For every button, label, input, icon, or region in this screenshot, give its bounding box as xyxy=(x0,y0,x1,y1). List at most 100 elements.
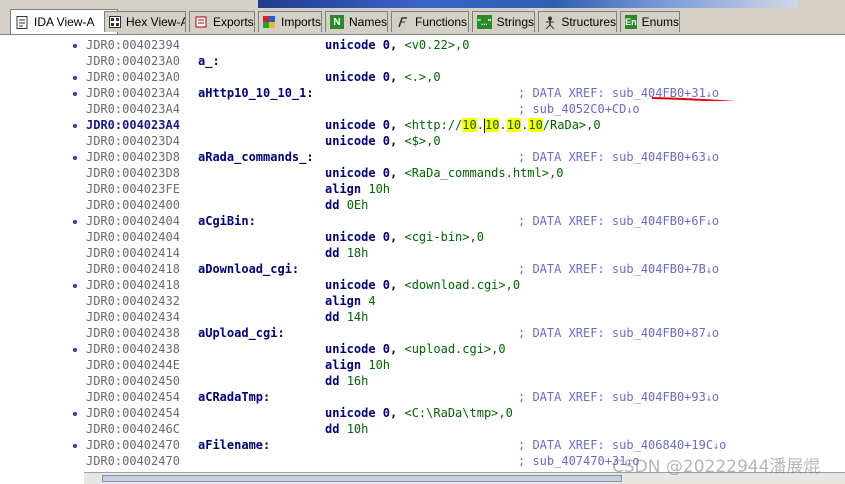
operand: 18h xyxy=(346,246,369,260)
line-address: JDR0:004023A0 xyxy=(86,70,180,84)
listing-line[interactable]: JDR0:004023D4 unicode 0, <$>,0 xyxy=(84,133,845,149)
line-instruction: unicode 0, <cgi-bin>,0 xyxy=(325,229,484,245)
listing-line[interactable]: JDR0:00402438 unicode 0, <upload.cgi>,0 xyxy=(84,341,845,357)
string-operand: . xyxy=(499,118,507,132)
xref-text: ; DATA XREF: sub_404FB0+63 xyxy=(518,150,706,164)
listing-line[interactable]: JDR0:00402414 dd 18h xyxy=(84,245,845,261)
listing-line[interactable]: JDR0:00402404 unicode 0, <cgi-bin>,0 xyxy=(84,229,845,245)
line-address: JDR0:00402454 xyxy=(86,406,180,420)
line-bullet xyxy=(73,412,77,416)
line-instruction: unicode 0, <.>,0 xyxy=(325,69,441,85)
line-label[interactable]: aHttp10_10_10_1: xyxy=(198,85,314,101)
mnemonic: unicode 0, xyxy=(325,38,405,52)
mnemonic: unicode 0, xyxy=(325,134,405,148)
line-instruction: dd 14h xyxy=(325,309,368,325)
line-instruction: unicode 0, <http://10.10.10.10/RaDa>,0 xyxy=(325,117,601,133)
line-instruction: dd 16h xyxy=(325,373,368,389)
xref-text: ; sub_407470+31 xyxy=(518,454,627,468)
tab-ida-view-a[interactable]: IDA View-A xyxy=(10,9,118,34)
line-label[interactable]: aFilename: xyxy=(198,437,270,453)
line-address: JDR0:00402438 xyxy=(86,326,180,340)
tab-strings[interactable]: "..." Strings xyxy=(472,11,535,32)
tab-label: Enums xyxy=(641,15,679,29)
xref-type: o xyxy=(719,438,727,452)
line-instruction: dd 10h xyxy=(325,421,368,437)
xref-text: ; DATA XREF: sub_406840+19C xyxy=(518,438,714,452)
listing-line[interactable]: JDR0:00402418 aDownload_cgi: ; DATA XREF: … xyxy=(84,261,845,277)
operand: <v0.22>,0 xyxy=(404,38,470,52)
xref-text: ; DATA XREF: sub_404FB0+6F xyxy=(518,214,706,228)
tab-enums[interactable]: En Enums xyxy=(620,11,680,32)
operand: <RaDa_commands.html>,0 xyxy=(404,166,564,180)
line-instruction: unicode 0, <download.cgi>,0 xyxy=(325,277,520,293)
listing-line[interactable]: JDR0:00402394 unicode 0, <v0.22>,0 xyxy=(84,37,845,53)
line-bullet xyxy=(73,124,77,128)
listing-line[interactable]: JDR0:004023D8 aRada_commands_: ; DATA XREF… xyxy=(84,149,845,165)
line-label[interactable]: aRada_commands_: xyxy=(198,149,314,165)
line-bullet xyxy=(73,76,77,80)
watermark: CSDN @20222944潘展焜 xyxy=(612,457,821,477)
operand: <cgi-bin>,0 xyxy=(404,230,484,244)
listing-line[interactable]: JDR0:004023A0 a_: xyxy=(84,53,845,69)
tab-functions[interactable]: Functions xyxy=(391,11,469,32)
line-label[interactable]: a_: xyxy=(198,53,220,69)
line-address: JDR0:00402414 xyxy=(86,246,180,260)
listing-line[interactable]: JDR0:00402438 aUpload_cgi: ; DATA XREF: su… xyxy=(84,325,845,341)
line-instruction: unicode 0, <RaDa_commands.html>,0 xyxy=(325,165,563,181)
line-instruction: unicode 0, <C:\RaDa\tmp>,0 xyxy=(325,405,513,421)
line-label[interactable]: aCRadaTmp: xyxy=(198,389,270,405)
listing-line[interactable]: JDR0:00402454 aCRadaTmp: ; DATA XREF: sub_… xyxy=(84,389,845,405)
tab-label: Structures xyxy=(561,15,616,29)
line-bullet xyxy=(73,284,77,288)
line-instruction: dd 18h xyxy=(325,245,368,261)
operand: <$>,0 xyxy=(404,134,441,148)
line-bullet xyxy=(73,444,77,448)
listing-line[interactable]: JDR0:004023D8 unicode 0, <RaDa_commands.h… xyxy=(84,165,845,181)
listing-line[interactable]: JDR0:004023A0 unicode 0, <.>,0 xyxy=(84,69,845,85)
scrollbar-thumb[interactable] xyxy=(102,475,622,482)
highlighted-ip-octet: 10 xyxy=(528,118,543,132)
xref-text: ; DATA XREF: sub_404FB0+87 xyxy=(518,326,706,340)
tab-names[interactable]: N Names xyxy=(325,11,388,32)
line-address: JDR0:00402450 xyxy=(86,374,180,388)
line-address: JDR0:004023A4 xyxy=(86,86,180,100)
tab-label: Names xyxy=(348,15,387,29)
mnemonic: align xyxy=(325,182,369,196)
operand: 10h xyxy=(368,182,391,196)
tab-label: Functions xyxy=(415,15,468,29)
mnemonic: unicode 0, xyxy=(325,70,405,84)
line-instruction: unicode 0, <$>,0 xyxy=(325,133,441,149)
listing-line[interactable]: JDR0:00402470 aFilename: ; DATA XREF: sub_… xyxy=(84,437,845,453)
listing-line[interactable]: JDR0:0040244E align 10h xyxy=(84,357,845,373)
listing-line[interactable]: JDR0:004023FE align 10h xyxy=(84,181,845,197)
listing-line[interactable]: JDR0:0040246C dd 10h xyxy=(84,421,845,437)
line-label[interactable]: aDownload_cgi: xyxy=(198,261,299,277)
listing-line[interactable]: JDR0:00402404 aCgiBin: ; DATA XREF: sub_40… xyxy=(84,213,845,229)
tab-imports[interactable]: Imports xyxy=(258,11,322,32)
line-label[interactable]: aUpload_cgi: xyxy=(198,325,285,341)
mnemonic: unicode 0, xyxy=(325,230,405,244)
listing-line[interactable]: JDR0:00402450 dd 16h xyxy=(84,373,845,389)
line-label[interactable]: aCgiBin: xyxy=(198,213,256,229)
listing-line[interactable]: JDR0:00402418 unicode 0, <download.cgi>,0 xyxy=(84,277,845,293)
line-bullet xyxy=(73,92,77,96)
line-bullet xyxy=(73,44,77,48)
tab-hex-view-a[interactable]: Hex View-A xyxy=(104,11,186,32)
line-address: JDR0:004023D8 xyxy=(86,166,180,180)
listing-line[interactable]: JDR0:00402400 dd 0Eh xyxy=(84,197,845,213)
mnemonic: unicode 0, xyxy=(325,166,405,180)
tab-exports[interactable]: Exports xyxy=(189,11,255,32)
line-address: JDR0:00402470 xyxy=(86,454,180,468)
arrows-gutter xyxy=(0,35,85,472)
listing-line[interactable]: JDR0:00402432 align 4 xyxy=(84,293,845,309)
listing-line[interactable]: JDR0:004023A4; sub_4052C0+CD↓o xyxy=(84,101,845,117)
mnemonic: unicode 0, xyxy=(325,278,405,292)
string-operand: <http:// xyxy=(404,118,463,132)
toolbar-navigation-strip xyxy=(258,0,798,8)
listing-line[interactable]: JDR0:00402434 dd 14h xyxy=(84,309,845,325)
operand: <C:\RaDa\tmp>,0 xyxy=(404,406,513,420)
listing-line[interactable]: JDR0:00402454 unicode 0, <C:\RaDa\tmp>,0 xyxy=(84,405,845,421)
tab-structures[interactable]: Structures xyxy=(538,11,617,32)
strings-icon: "..." xyxy=(477,15,492,29)
listing-line[interactable]: JDR0:004023A4 unicode 0, <http://10.10.10… xyxy=(84,117,845,133)
